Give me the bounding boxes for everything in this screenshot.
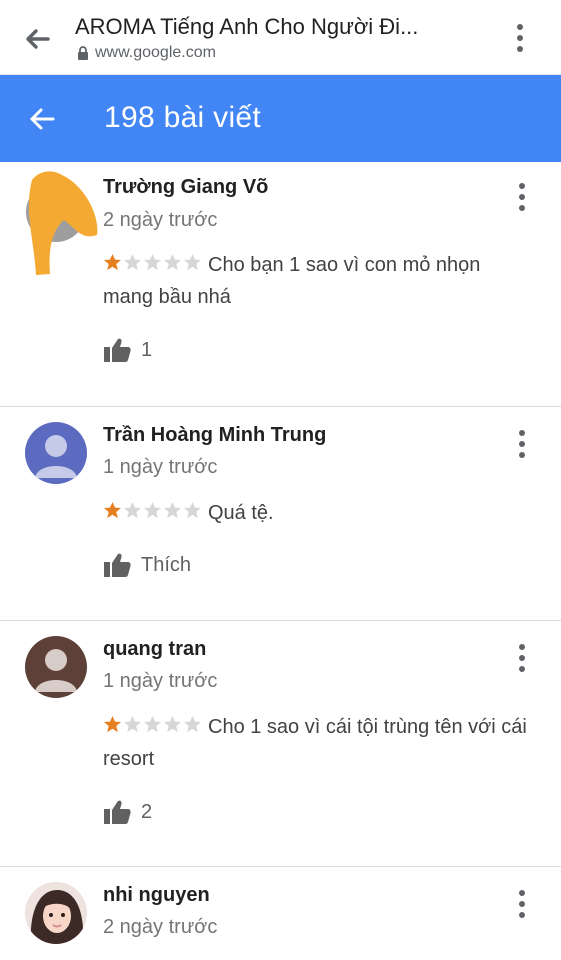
browser-toolbar: AROMA Tiếng Anh Cho Người Đi... www.goog… xyxy=(0,0,561,75)
review-date: 2 ngày trước xyxy=(103,916,218,938)
review-date: 2 ngày trước xyxy=(103,209,218,231)
reviews-header: 198 bài viết xyxy=(0,75,561,162)
like-button[interactable]: Thích xyxy=(103,552,191,578)
like-label: Thích xyxy=(141,553,192,576)
review-count-title: 198 bài viết xyxy=(104,101,262,134)
review-item: nhi nguyen 2 ngày trước xyxy=(0,867,561,960)
star-filled-icon xyxy=(103,712,122,733)
more-vert-icon[interactable] xyxy=(510,18,530,58)
review-text: Quá tệ. xyxy=(208,502,274,524)
star-empty-icon xyxy=(163,498,182,519)
reviewer-name[interactable]: nhi nguyen xyxy=(103,884,210,907)
star-empty-icon xyxy=(183,712,202,733)
review-text-block: Quá tệ. xyxy=(103,497,533,529)
like-button[interactable]: 1 xyxy=(103,337,152,363)
reviewer-name[interactable]: quang tran xyxy=(103,638,206,661)
avatar[interactable] xyxy=(25,882,87,944)
star-empty-icon xyxy=(163,712,182,733)
more-vert-icon[interactable] xyxy=(512,884,532,924)
star-empty-icon xyxy=(183,498,202,519)
review-text-block: Cho bạn 1 sao vì con mỏ nhọn mang bầu nh… xyxy=(103,249,533,313)
arrow-back-icon[interactable] xyxy=(26,103,58,135)
like-count: 1 xyxy=(141,338,153,361)
page-title: AROMA Tiếng Anh Cho Người Đi... xyxy=(75,14,419,39)
star-filled-icon xyxy=(103,498,122,519)
like-count: 2 xyxy=(141,800,153,823)
reviewer-name[interactable]: Trần Hoàng Minh Trung xyxy=(103,424,326,447)
avatar[interactable] xyxy=(25,422,87,484)
reviewer-name[interactable]: Trường Giang Võ xyxy=(103,176,268,199)
more-vert-icon[interactable] xyxy=(512,424,532,464)
star-empty-icon xyxy=(183,250,202,271)
star-empty-icon xyxy=(143,498,162,519)
like-button[interactable]: 2 xyxy=(103,799,152,825)
star-filled-icon xyxy=(103,250,122,271)
more-vert-icon[interactable] xyxy=(512,177,532,217)
star-rating xyxy=(103,250,202,271)
avatar[interactable] xyxy=(22,170,102,280)
lock-icon xyxy=(77,45,89,61)
star-empty-icon xyxy=(143,250,162,271)
star-empty-icon xyxy=(123,250,142,271)
avatar[interactable] xyxy=(25,636,87,698)
review-text-block: Cho 1 sao vì cái tội trùng tên với cái r… xyxy=(103,711,533,775)
star-empty-icon xyxy=(163,250,182,271)
star-rating xyxy=(103,712,202,733)
star-empty-icon xyxy=(123,712,142,733)
star-empty-icon xyxy=(123,498,142,519)
url-row[interactable]: www.google.com xyxy=(77,44,216,62)
review-date: 1 ngày trước xyxy=(103,670,218,692)
review-date: 1 ngày trước xyxy=(103,456,218,478)
star-rating xyxy=(103,498,202,519)
thumbs-up-icon xyxy=(103,552,131,578)
thumbs-up-icon xyxy=(103,337,131,363)
thumbs-up-icon xyxy=(103,799,131,825)
more-vert-icon[interactable] xyxy=(512,638,532,678)
review-item: quang tran 1 ngày trước Cho 1 sao vì cái… xyxy=(0,621,561,867)
url-text: www.google.com xyxy=(95,44,216,61)
arrow-back-icon[interactable] xyxy=(20,22,54,56)
review-item: Trường Giang Võ 2 ngày trước Cho bạn 1 s… xyxy=(0,162,561,407)
star-empty-icon xyxy=(143,712,162,733)
review-item: Trần Hoàng Minh Trung 1 ngày trước Quá t… xyxy=(0,407,561,621)
